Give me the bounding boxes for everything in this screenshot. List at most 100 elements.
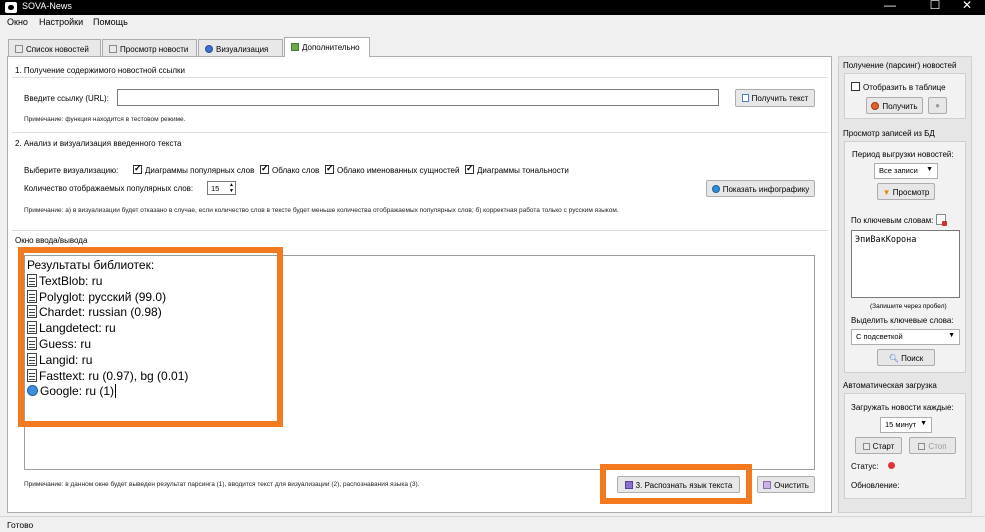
maximize-button[interactable]: ☐ <box>920 0 950 15</box>
checkbox[interactable] <box>260 163 269 174</box>
clear-button[interactable]: Очистить <box>757 476 815 493</box>
start-button[interactable]: Старт <box>855 437 902 454</box>
button-label: Стоп <box>928 442 947 451</box>
parse-title: Получение (парсинг) новостей <box>843 61 957 70</box>
menu-bar: Окно Настройки Помощь <box>0 15 985 30</box>
chart-icon <box>205 45 213 53</box>
button-label: Получить текст <box>751 94 809 103</box>
io-note: Примечание: в данном окне будет выведен … <box>24 481 420 488</box>
io-title: Окно ввода/вывода <box>15 236 88 245</box>
highlight-select[interactable]: С подсветкой ▼ <box>851 329 960 345</box>
chevron-down-icon: ▼ <box>920 420 927 427</box>
checkbox-label: Отобразить в таблице <box>863 83 946 92</box>
divider <box>12 230 828 231</box>
chevron-down-icon: ▼ <box>948 332 955 339</box>
checkbox-label: Облако именованных сущностей <box>337 166 460 175</box>
minimize-button[interactable]: — <box>875 0 905 15</box>
checkbox-label: Диаграммы тональности <box>477 166 569 175</box>
view-title: Просмотр записей из БД <box>843 129 935 138</box>
section2-title: 2. Анализ и визуализация введенного текс… <box>15 139 182 148</box>
stop-icon <box>918 443 926 450</box>
period-label: Период выгрузки новостей: <box>852 150 954 159</box>
show-infographic-button[interactable]: Показать инфографику <box>706 180 815 197</box>
load-label: Загружать новости каждые: <box>851 403 954 412</box>
menu-settings[interactable]: Настройки <box>39 17 83 27</box>
get-text-button[interactable]: Получить текст <box>735 89 815 107</box>
filter-icon: ▼ <box>882 188 893 197</box>
keywords-input[interactable]: ЭпиВакКорона <box>851 230 960 298</box>
tab-label: Список новостей <box>26 45 89 54</box>
menu-window[interactable]: Окно <box>7 17 28 27</box>
tab-visualization[interactable]: Визуализация <box>198 39 283 56</box>
checkbox-label: Облако слов <box>272 166 320 175</box>
search-button[interactable]: 🔍︎ Поиск <box>877 349 935 366</box>
tab-label: Просмотр новости <box>120 45 189 54</box>
get-news-button[interactable]: Получить <box>866 97 923 114</box>
chevron-down-icon: ▼ <box>926 166 933 173</box>
checkbox[interactable] <box>133 163 142 174</box>
checkbox[interactable] <box>851 82 860 91</box>
section1-note: Примечание: функция находится в тестовом… <box>24 116 186 123</box>
button-label: Показать инфографику <box>722 185 810 194</box>
url-label: Введите ссылку (URL): <box>24 94 109 103</box>
highlight-label: Выделить ключевые слова: <box>851 316 954 325</box>
checkbox-word-cloud[interactable]: Облако слов <box>260 163 320 175</box>
interval-select[interactable]: 15 минут ▼ <box>880 417 932 433</box>
tab-label: Дополнительно <box>302 43 360 52</box>
list-icon <box>15 45 23 53</box>
count-label: Количество отображаемых популярных слов: <box>24 184 194 193</box>
tab-label: Визуализация <box>216 45 269 54</box>
button-label: Старт <box>872 442 895 451</box>
status-bar: Готово <box>0 516 985 532</box>
title-bar: SOVA-News — ☐ ✕ <box>0 0 985 15</box>
stop-icon: ● <box>935 101 940 110</box>
checkbox[interactable] <box>465 163 474 174</box>
count-spinbox[interactable]: 15 ▲ ▼ <box>207 181 236 195</box>
select-value: С подсветкой <box>856 332 903 341</box>
section1-title: 1. Получение содержимого новостной ссылк… <box>15 66 185 75</box>
status-text: Готово <box>7 520 34 530</box>
auto-title: Автоматическая загрузка <box>843 381 937 390</box>
url-input[interactable] <box>117 89 719 106</box>
checkbox-entity-cloud[interactable]: Облако именованных сущностей <box>325 163 460 175</box>
period-select[interactable]: Все записи ▼ <box>874 163 938 179</box>
info-icon <box>711 185 720 193</box>
view-button[interactable]: ▼ Просмотр <box>877 183 935 200</box>
stop-parse-button[interactable]: ● <box>928 97 947 114</box>
button-label: Очистить <box>774 481 809 490</box>
document-icon <box>741 94 749 102</box>
tools-icon <box>291 43 299 51</box>
select-value: 15 минут <box>885 420 917 429</box>
button-label: Просмотр <box>892 188 930 197</box>
keywords-label: По ключевым словам: <box>851 216 934 225</box>
start-icon <box>862 443 870 450</box>
update-label: Обновление: <box>851 481 900 490</box>
tab-news-view[interactable]: Просмотр новости <box>102 39 197 56</box>
checkbox-popular-words[interactable]: Диаграммы популярных слов <box>133 163 254 175</box>
checkbox[interactable] <box>325 163 334 174</box>
section2-note: Примечание: а) в визуализации будет отка… <box>24 207 619 214</box>
download-icon <box>871 102 880 110</box>
edit-keywords-icon[interactable] <box>936 214 947 226</box>
spin-arrows-icon[interactable]: ▲ ▼ <box>229 182 234 194</box>
select-value: Все записи <box>879 166 918 175</box>
checkbox-sentiment[interactable]: Диаграммы тональности <box>465 163 569 175</box>
window-title: SOVA-News <box>22 1 72 11</box>
status-label: Статус: <box>851 462 879 471</box>
divider <box>12 132 828 133</box>
viz-label: Выберите визуализацию: <box>24 166 119 175</box>
show-in-table-checkbox[interactable]: Отобразить в таблице <box>851 82 946 92</box>
search-icon: 🔍︎ <box>888 354 902 363</box>
close-button[interactable]: ✕ <box>952 0 982 15</box>
count-value: 15 <box>211 184 220 193</box>
divider <box>12 77 828 78</box>
tab-news-list[interactable]: Список новостей <box>8 39 101 56</box>
tab-additional[interactable]: Дополнительно <box>284 37 370 57</box>
stop-button[interactable]: Стоп <box>909 437 956 454</box>
app-logo-icon <box>5 2 17 13</box>
menu-help[interactable]: Помощь <box>93 17 128 27</box>
button-label: Получить <box>882 102 918 111</box>
document-icon <box>109 45 117 53</box>
highlight-detect-box <box>600 464 752 504</box>
trash-icon <box>763 481 772 489</box>
